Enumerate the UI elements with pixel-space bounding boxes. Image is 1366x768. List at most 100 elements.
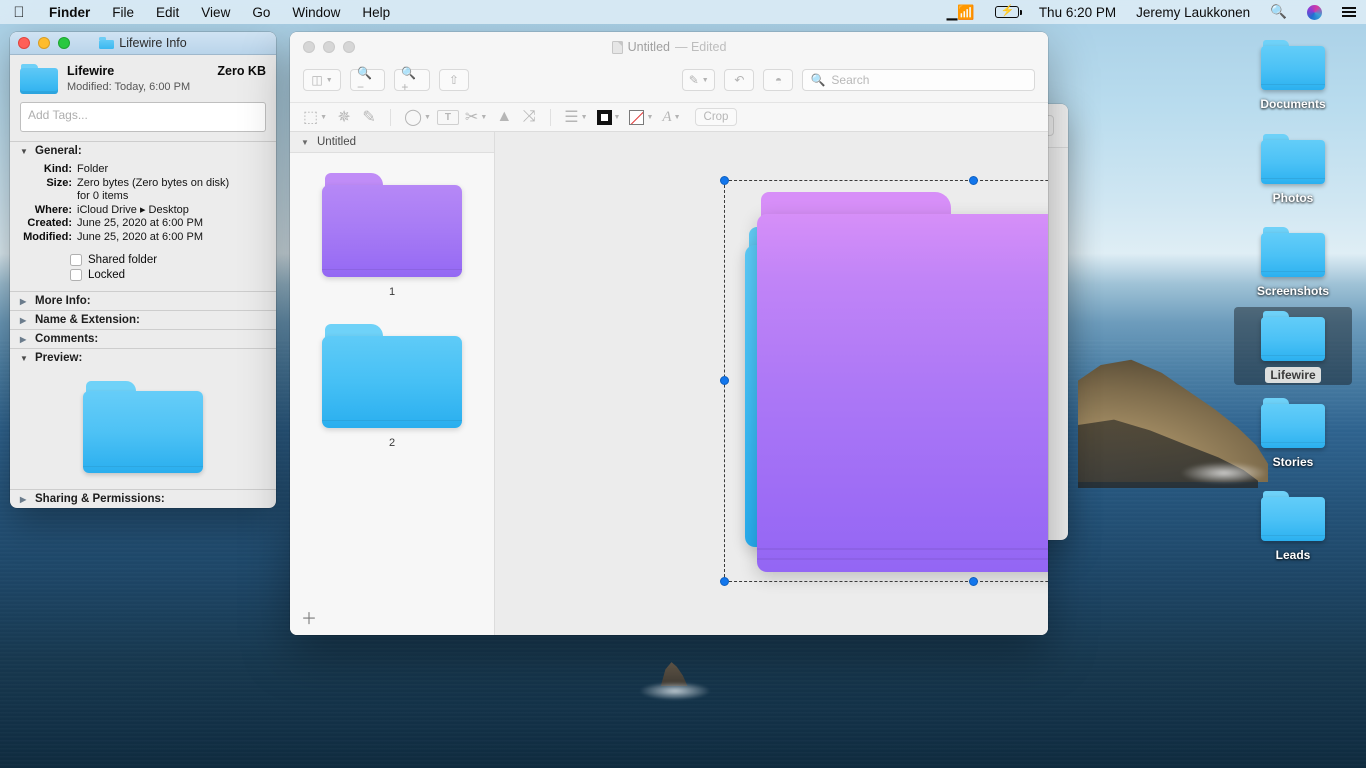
sidebar-group-header[interactable]: ▼ Untitled [290, 132, 494, 153]
preview-app-window[interactable]: Untitled — Edited ◫▼ 🔍− 🔍+ ⇧ ✎▼ ↶ ◓ 🔍 Se… [290, 32, 1048, 635]
search-input[interactable]: 🔍 Search [802, 69, 1035, 91]
info-window-title: Lifewire Info [119, 36, 186, 50]
thumbnail-list: 1 2 [290, 153, 494, 599]
add-tags-placeholder: Add Tags... [28, 108, 88, 122]
detail-value: Folder [77, 163, 108, 177]
section-more-info-label: More Info: [35, 295, 91, 307]
purple-folder-thumbnail-icon [322, 173, 462, 277]
wifi-icon[interactable]: ▁📶 [937, 0, 985, 24]
small-rock-islet [640, 660, 710, 702]
selection-rectangle[interactable] [724, 180, 1048, 582]
get-info-window[interactable]: Lifewire Info Lifewire Modified: Today, … [10, 32, 276, 508]
sketch-tool-icon[interactable]: ✎ [358, 105, 380, 129]
preview-sidebar: ▼ Untitled 1 2 ＋ [290, 132, 495, 635]
menu-bar-clock[interactable]: Thu 6:20 PM [1029, 0, 1126, 24]
section-more-info[interactable]: ▶ More Info: [10, 291, 276, 310]
border-color-menu-icon[interactable]: ▼ [594, 105, 624, 129]
thumbnail-page-2[interactable]: 2 [290, 324, 494, 449]
detail-key: Size: [20, 177, 77, 191]
shapes-tool-icon[interactable]: ◯▼ [401, 105, 434, 129]
sidebar-view-icon[interactable]: ◫▼ [303, 69, 341, 91]
desktop-icon-documents[interactable]: Documents [1234, 36, 1352, 114]
resize-handle-bottom-left[interactable] [720, 577, 729, 586]
menu-item-go[interactable]: Go [241, 0, 281, 24]
resize-handle-middle-left[interactable] [720, 376, 729, 385]
folder-icon-large [20, 64, 58, 94]
menu-item-view[interactable]: View [190, 0, 241, 24]
section-name-extension[interactable]: ▶ Name & Extension: [10, 310, 276, 329]
siri-icon[interactable] [1297, 0, 1332, 24]
disclosure-triangle-closed-icon[interactable]: ▶ [20, 316, 29, 325]
sign-tool-icon[interactable]: ✂▼ [462, 105, 490, 129]
rotate-left-icon[interactable]: ↶ [724, 69, 754, 91]
resize-handle-top-center[interactable] [969, 176, 978, 185]
desktop-icon-screenshots[interactable]: Screenshots [1234, 223, 1352, 301]
text-tool-icon[interactable]: T [437, 110, 459, 125]
shape-style-menu-icon[interactable]: ☰▼ [561, 105, 590, 129]
desktop-icon-leads[interactable]: Leads [1234, 487, 1352, 565]
preview-canvas[interactable] [495, 132, 1048, 635]
thumbnail-page-1[interactable]: 1 [290, 173, 494, 298]
markup-pen-icon[interactable]: ✎▼ [682, 69, 716, 91]
section-general[interactable]: ▼ General: [10, 141, 276, 160]
menu-item-finder[interactable]: Finder [38, 0, 101, 24]
preview-edited-status: — Edited [675, 40, 726, 54]
info-header: Lifewire Modified: Today, 6:00 PM Zero K… [10, 55, 276, 100]
disclosure-triangle-closed-icon[interactable]: ▶ [20, 335, 29, 344]
checkbox-shared-folder[interactable]: Shared folder [70, 254, 266, 266]
preview-titlebar[interactable]: Untitled — Edited [290, 32, 1048, 62]
checkbox-box[interactable] [70, 269, 82, 281]
disclosure-triangle-open-icon[interactable]: ▼ [20, 354, 29, 363]
apple-logo-icon[interactable]:  [0, 5, 38, 20]
crop-button[interactable]: Crop [695, 108, 738, 126]
disclosure-triangle-open-icon[interactable]: ▼ [20, 147, 29, 156]
detail-key: Where: [20, 204, 77, 218]
highlight-icon[interactable]: ◓ [763, 69, 793, 91]
add-page-button[interactable]: ＋ [290, 599, 494, 635]
desktop-icon-label: Lifewire [1265, 367, 1320, 383]
section-preview-label: Preview: [35, 352, 82, 364]
adjust-size-tool-icon[interactable]: ⤨ [518, 105, 540, 129]
detail-value: for 0 items [77, 190, 128, 204]
text-style-menu-icon[interactable]: A▼ [659, 105, 683, 129]
control-center-icon[interactable] [1332, 0, 1366, 24]
share-icon[interactable]: ⇧ [439, 69, 469, 91]
section-preview[interactable]: ▼ Preview: [10, 348, 276, 367]
search-placeholder: Search [831, 73, 869, 87]
zoom-in-icon[interactable]: 🔍+ [394, 69, 429, 91]
detail-value: Zero bytes (Zero bytes on disk) [77, 177, 229, 191]
toolbar-divider [390, 109, 391, 126]
disclosure-triangle-closed-icon[interactable]: ▶ [20, 495, 29, 504]
menu-item-file[interactable]: File [101, 0, 145, 24]
instant-alpha-tool-icon[interactable]: ✵ [333, 105, 355, 129]
desktop-icon-photos[interactable]: Photos [1234, 130, 1352, 208]
detail-row-size: Size: Zero bytes (Zero bytes on disk) [20, 177, 266, 191]
section-comments[interactable]: ▶ Comments: [10, 329, 276, 348]
disclosure-triangle-open-icon[interactable]: ▼ [301, 138, 310, 147]
desktop-icon-stories[interactable]: Stories [1234, 394, 1352, 472]
info-window-titlebar[interactable]: Lifewire Info [10, 32, 276, 55]
disclosure-triangle-closed-icon[interactable]: ▶ [20, 297, 29, 306]
menu-item-help[interactable]: Help [351, 0, 401, 24]
folder-icon [1261, 491, 1325, 541]
menu-bar-username[interactable]: Jeremy Laukkonen [1126, 0, 1260, 24]
checkbox-locked[interactable]: Locked [70, 269, 266, 281]
zoom-out-icon[interactable]: 🔍− [350, 69, 385, 91]
resize-handle-top-left[interactable] [720, 176, 729, 185]
checkbox-box[interactable] [70, 254, 82, 266]
section-sharing-permissions[interactable]: ▶ Sharing & Permissions: [10, 489, 276, 508]
selection-tool-icon[interactable]: ⬚▼ [300, 105, 330, 129]
fill-color-menu-icon[interactable]: ▼ [626, 105, 656, 129]
desktop-icon-label: Stories [1268, 454, 1319, 470]
battery-charging-icon[interactable]: ⚡ [985, 0, 1029, 24]
menu-item-edit[interactable]: Edit [145, 0, 190, 24]
preview-title-group: Untitled — Edited [290, 40, 1048, 54]
desktop-icon-lifewire[interactable]: Lifewire [1234, 307, 1352, 385]
adjust-color-tool-icon[interactable]: ▲ [493, 105, 515, 129]
add-tags-input[interactable]: Add Tags... [20, 102, 266, 132]
desktop-icon-label: Leads [1271, 547, 1316, 563]
info-item-name: Lifewire [67, 64, 190, 79]
resize-handle-bottom-center[interactable] [969, 577, 978, 586]
spotlight-search-icon[interactable]: 🔍 [1260, 0, 1297, 24]
menu-item-window[interactable]: Window [281, 0, 351, 24]
